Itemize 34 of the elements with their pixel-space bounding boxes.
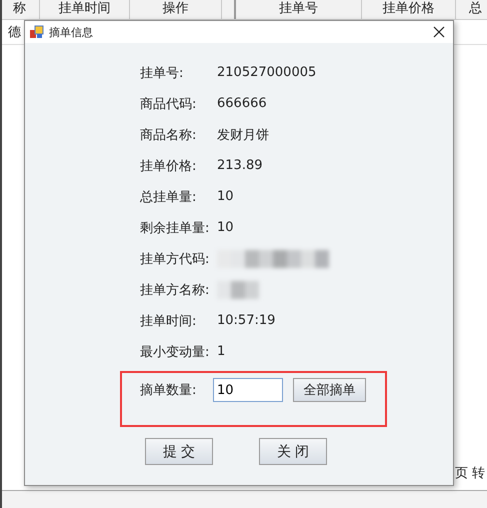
field-value: 发财月饼 (217, 126, 269, 144)
window-title: 摘单信息 (49, 24, 94, 40)
table-cell-text: 德 (8, 24, 21, 41)
field-value: 666666 (217, 96, 267, 111)
quantity-input[interactable]: 10 (213, 378, 283, 402)
column-header[interactable]: 总 (456, 0, 487, 19)
field-label: 挂单方代码: (140, 250, 210, 268)
field-label: 摘单数量: (140, 382, 198, 399)
field-label: 商品代码: (140, 96, 198, 112)
column-header[interactable]: 称 (2, 0, 40, 19)
pager-text: 页 转 (455, 466, 486, 481)
column-header[interactable]: 挂单号 (236, 0, 362, 19)
field-label: 挂单方名称: (140, 282, 210, 298)
field-value: 210527000005 (217, 65, 316, 80)
field-value: 10 (217, 220, 234, 235)
column-header[interactable]: 操作 (130, 0, 222, 19)
field-value: 1 (217, 344, 226, 359)
field-value: 213.89 (217, 158, 262, 173)
field-label: 剩余挂单量: (140, 220, 210, 236)
field-value: 10 (217, 189, 234, 204)
field-label: 商品名称: (140, 126, 198, 144)
column-header[interactable]: 挂单时间 (40, 0, 130, 19)
submit-button[interactable]: 提 交 (145, 438, 213, 465)
field-label: 挂单价格: (140, 158, 198, 174)
close-button[interactable]: 关 闭 (259, 438, 327, 465)
field-label: 挂单号: (140, 64, 184, 82)
close-icon[interactable] (433, 26, 445, 38)
field-label: 最小变动量: (140, 344, 210, 360)
field-label: 挂单时间: (140, 312, 198, 330)
app-icon (30, 25, 44, 39)
take-all-button[interactable]: 全部摘单 (293, 378, 366, 402)
column-header[interactable]: 挂单价格 (362, 0, 456, 19)
field-label: 总挂单量: (140, 188, 198, 206)
field-value: 10:57:19 (217, 313, 276, 328)
